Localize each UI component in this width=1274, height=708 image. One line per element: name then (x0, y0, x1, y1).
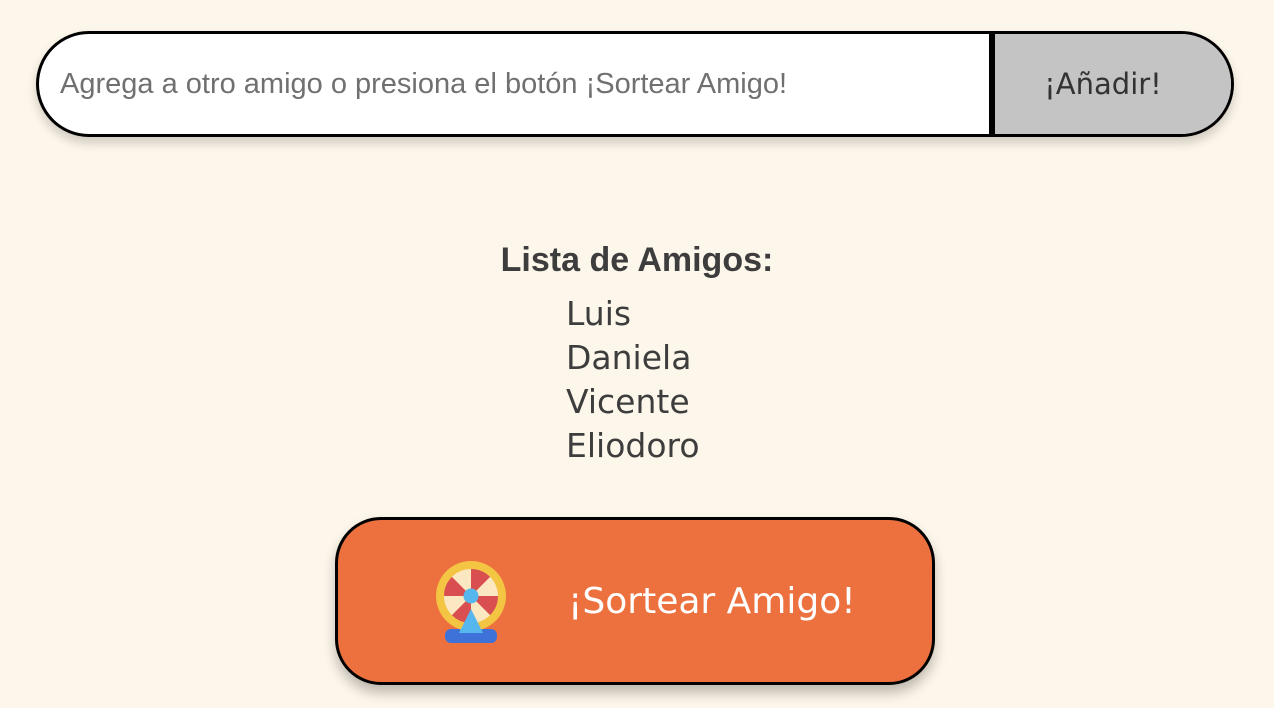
friends-list: Luis Daniela Vicente Eliodoro (566, 292, 700, 468)
friend-item: Luis (566, 294, 632, 333)
draw-button-label: ¡Sortear Amigo! (568, 581, 856, 622)
friends-list-title: Lista de Amigos: (500, 241, 774, 279)
friend-name-input[interactable] (39, 34, 989, 134)
friend-item: Eliodoro (566, 426, 700, 465)
add-button[interactable]: ¡Añadir! (989, 34, 1231, 134)
page: ¡Añadir! Lista de Amigos: Luis Daniela V… (0, 0, 1274, 708)
prize-wheel-icon (436, 561, 506, 643)
add-friend-form: ¡Añadir! (36, 31, 1234, 137)
friend-item: Vicente (566, 382, 690, 421)
draw-friend-button[interactable]: ¡Sortear Amigo! (335, 517, 935, 685)
friend-item: Daniela (566, 338, 692, 377)
